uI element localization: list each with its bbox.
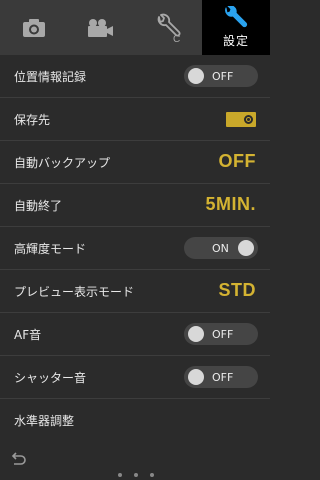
- setting-af-sound[interactable]: AF音 OFF: [0, 313, 270, 356]
- setting-auto-backup[interactable]: 自動バックアップ OFF: [0, 141, 270, 184]
- page-dot: [134, 473, 138, 477]
- setting-label: AF音: [14, 327, 42, 342]
- setting-label: 水準器調整: [14, 413, 75, 428]
- custom-badge-text: C: [173, 34, 180, 43]
- tab-settings[interactable]: 設定: [202, 0, 270, 55]
- high-brightness-toggle[interactable]: ON: [184, 237, 258, 259]
- setting-label: 自動バックアップ: [14, 155, 111, 170]
- setting-shutter-sound[interactable]: シャッター音 OFF: [0, 356, 270, 399]
- toggle-state-text: OFF: [212, 327, 234, 341]
- wrench-icon: [225, 6, 248, 28]
- bottom-bar: [0, 440, 270, 480]
- back-arrow-icon: [11, 452, 26, 465]
- setting-value: OFF: [218, 151, 256, 171]
- toggle-knob: [188, 68, 204, 84]
- video-camera-icon: [87, 18, 113, 37]
- setting-auto-power-off[interactable]: 自動終了 5MIN.: [0, 184, 270, 227]
- toggle-knob: [238, 240, 254, 256]
- camera-icon: [22, 18, 45, 37]
- page-dot: [118, 473, 122, 477]
- af-sound-toggle[interactable]: OFF: [184, 323, 258, 345]
- tab-camera[interactable]: [0, 0, 67, 55]
- custom-wrench-icon: C: [157, 13, 180, 43]
- toggle-state-text: ON: [212, 241, 229, 255]
- page-dot: [150, 473, 154, 477]
- setting-high-brightness[interactable]: 高輝度モード ON: [0, 227, 270, 270]
- location-record-toggle[interactable]: OFF: [184, 65, 258, 87]
- setting-save-destination[interactable]: 保存先: [0, 98, 270, 141]
- setting-value: STD: [218, 280, 256, 300]
- tab-bar: C 設定: [0, 0, 270, 55]
- toggle-knob: [188, 326, 204, 342]
- back-button[interactable]: [8, 450, 28, 470]
- setting-label: 保存先: [14, 112, 51, 127]
- setting-label: シャッター音: [14, 370, 87, 385]
- settings-list: 位置情報記録 OFF 保存先 自動バックアップ OFF 自動終了 5MIN. 高…: [0, 55, 270, 442]
- tab-video[interactable]: [66, 0, 133, 55]
- page-indicator: [118, 473, 154, 477]
- tab-settings-label: 設定: [222, 34, 249, 48]
- setting-label: 自動終了: [14, 198, 63, 213]
- tab-custom-settings[interactable]: C: [134, 0, 201, 55]
- setting-level-adjust[interactable]: 水準器調整: [0, 399, 270, 442]
- setting-label: 位置情報記録: [14, 69, 87, 84]
- toggle-state-text: OFF: [212, 370, 234, 384]
- setting-location-record[interactable]: 位置情報記録 OFF: [0, 55, 270, 98]
- toggle-knob: [188, 369, 204, 385]
- setting-label: 高輝度モード: [14, 241, 87, 256]
- setting-label: プレビュー表示モード: [14, 284, 135, 299]
- setting-preview-mode[interactable]: プレビュー表示モード STD: [0, 270, 270, 313]
- memory-card-icon: [226, 112, 256, 127]
- setting-value: 5MIN.: [205, 194, 256, 214]
- shutter-sound-toggle[interactable]: OFF: [184, 366, 258, 388]
- toggle-state-text: OFF: [212, 69, 234, 83]
